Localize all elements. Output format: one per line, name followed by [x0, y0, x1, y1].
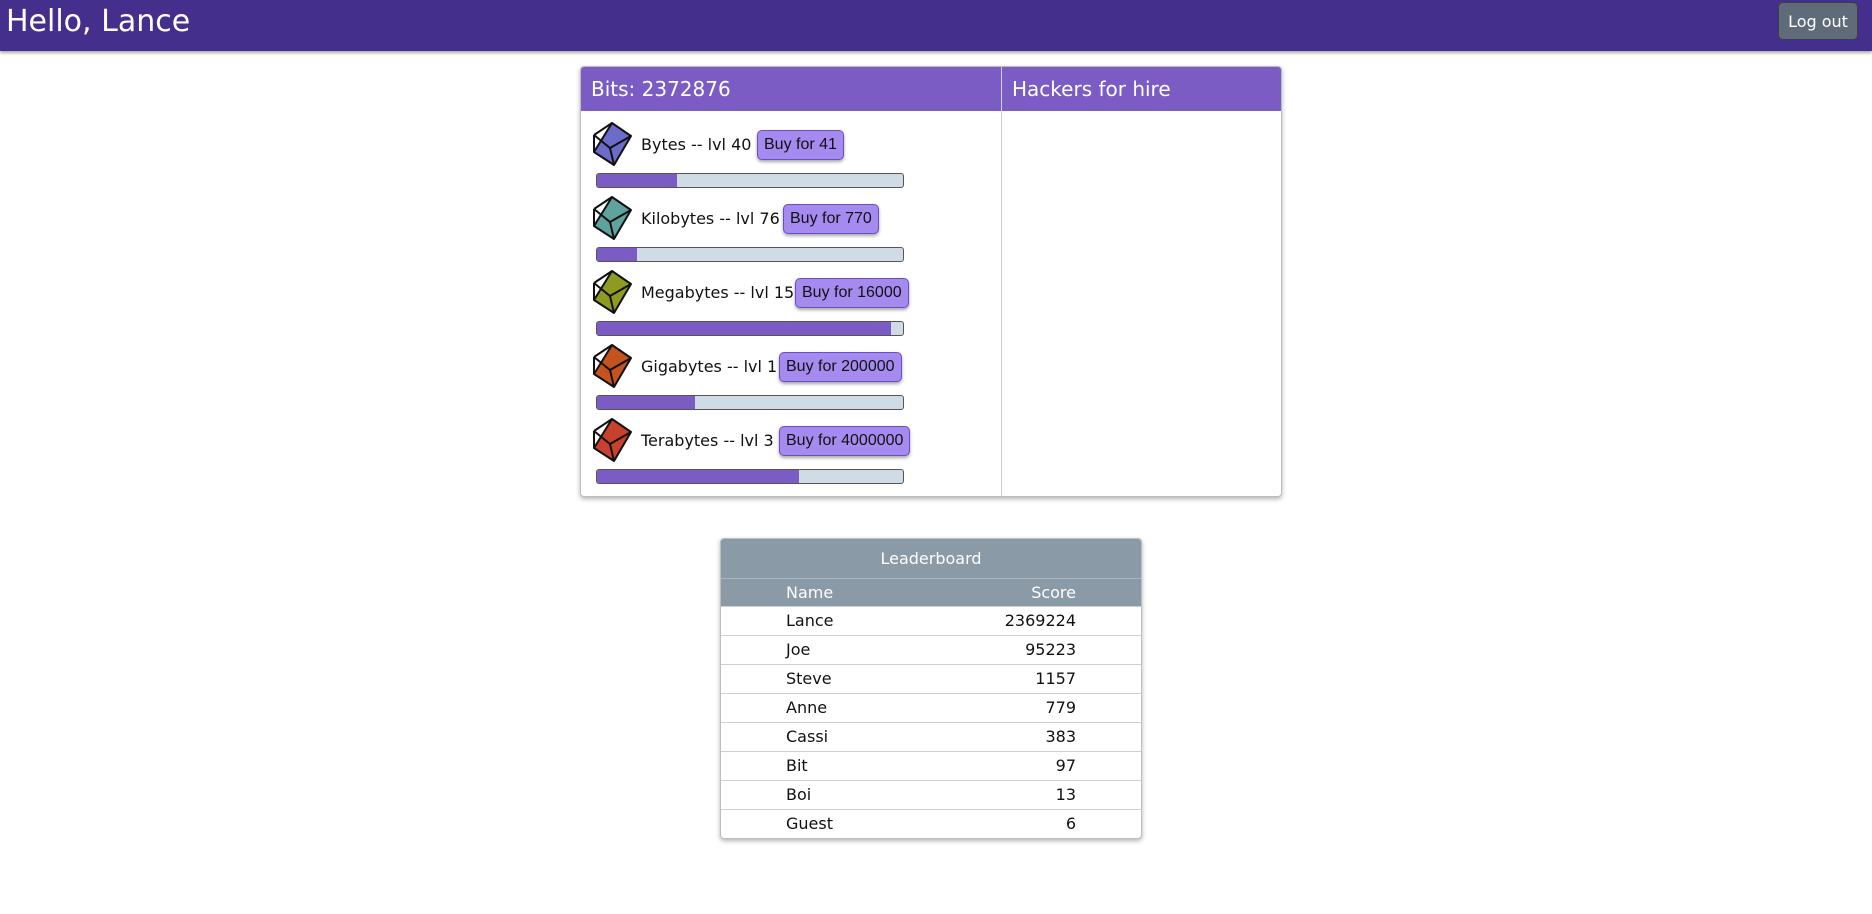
logout-button[interactable]: Log out	[1778, 2, 1858, 40]
progress-fill	[597, 396, 695, 409]
upgrade-row-terabytes: Terabytes -- lvl 3 Buy for 4000000	[591, 411, 991, 484]
buy-terabytes-button[interactable]: Buy for 4000000	[779, 426, 911, 456]
upgrade-row-megabytes: Megabytes -- lvl 15 Buy for 16000	[591, 263, 991, 336]
name-column-header: Name	[786, 583, 834, 602]
leaderboard-title: Leaderboard	[721, 539, 1141, 579]
buy-megabytes-button[interactable]: Buy for 16000	[795, 278, 909, 308]
buy-bytes-button[interactable]: Buy for 41	[757, 130, 844, 160]
table-row: Joe 95223	[721, 635, 1141, 664]
progress-bar	[596, 321, 904, 336]
progress-bar	[596, 247, 904, 262]
kilobytes-cube-icon	[593, 196, 632, 240]
player-score: 13	[1055, 785, 1076, 804]
upgrade-label: Megabytes -- lvl 15	[641, 283, 795, 302]
leaderboard-table: Leaderboard Name Score Lance 2369224 Joe…	[720, 538, 1142, 839]
player-name: Lance	[786, 611, 834, 630]
table-row: Guest 6	[721, 809, 1141, 838]
buy-gigabytes-button[interactable]: Buy for 200000	[779, 352, 902, 382]
progress-fill	[597, 248, 637, 261]
hackers-column: Hackers for hire	[1001, 67, 1281, 496]
table-row: Steve 1157	[721, 664, 1141, 693]
player-score: 2369224	[1004, 611, 1076, 630]
upgrade-label: Gigabytes -- lvl 1	[641, 357, 778, 376]
upgrade-row-bytes: Bytes -- lvl 40 Buy for 41	[591, 115, 991, 188]
player-name: Anne	[786, 698, 828, 717]
table-row: Anne 779	[721, 693, 1141, 722]
buy-kilobytes-button[interactable]: Buy for 770	[783, 204, 879, 234]
player-name: Joe	[786, 640, 811, 659]
player-name: Cassi	[786, 727, 829, 746]
player-name: Steve	[786, 669, 832, 688]
player-score: 95223	[1025, 640, 1076, 659]
player-score: 383	[1045, 727, 1076, 746]
progress-fill	[597, 470, 799, 483]
upgrade-label: Terabytes -- lvl 3	[641, 431, 774, 450]
gigabytes-cube-icon	[593, 344, 632, 388]
table-row: Cassi 383	[721, 722, 1141, 751]
upgrade-label: Kilobytes -- lvl 76	[641, 209, 780, 228]
terabytes-cube-icon	[593, 418, 632, 462]
player-name: Guest	[786, 814, 833, 833]
megabytes-cube-icon	[593, 270, 632, 314]
player-name: Boi	[786, 785, 812, 804]
player-score: 1157	[1035, 669, 1076, 688]
player-score: 779	[1045, 698, 1076, 717]
top-navbar: Hello, Lance Log out	[0, 0, 1872, 51]
progress-bar	[596, 469, 904, 484]
progress-fill	[597, 174, 677, 187]
player-score: 6	[1065, 814, 1076, 833]
upgrade-row-gigabytes: Gigabytes -- lvl 1 Buy for 200000	[591, 337, 991, 410]
upgrade-row-kilobytes: Kilobytes -- lvl 76 Buy for 770	[591, 189, 991, 262]
score-column-header: Score	[1031, 583, 1076, 602]
progress-fill	[597, 322, 891, 335]
game-panel: Bits: 2372876 Bytes -- lvl 40 Buy for 41	[580, 66, 1282, 497]
table-row: Lance 2369224	[721, 606, 1141, 635]
table-row: Bit 97	[721, 751, 1141, 780]
progress-bar	[596, 173, 904, 188]
bytes-cube-icon	[593, 122, 632, 166]
upgrades-column: Bits: 2372876 Bytes -- lvl 40 Buy for 41	[581, 67, 1001, 496]
hackers-title: Hackers for hire	[1002, 67, 1281, 111]
bits-counter: Bits: 2372876	[581, 67, 1001, 111]
player-name: Bit	[786, 756, 808, 775]
progress-bar	[596, 395, 904, 410]
table-row: Boi 13	[721, 780, 1141, 809]
leaderboard-header-row: Name Score	[721, 579, 1141, 606]
player-score: 97	[1055, 756, 1076, 775]
upgrade-label: Bytes -- lvl 40	[641, 135, 752, 154]
greeting-title: Hello, Lance	[6, 4, 191, 39]
